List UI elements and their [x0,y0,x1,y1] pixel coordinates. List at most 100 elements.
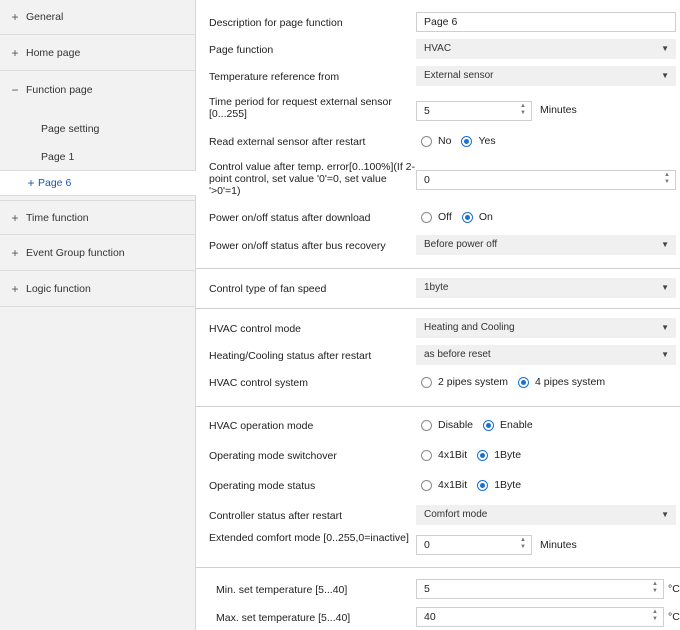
radio-label: Enable [500,419,533,431]
radio-enable[interactable] [483,419,495,431]
read-sensor-label: Read external sensor after restart [209,136,366,148]
sidebar-item-page-6[interactable]: + Page 6 [0,170,196,196]
hvac-op-mode-radio-group: Disable Enable [421,417,543,433]
radio-label: No [438,135,452,147]
extended-comfort-input[interactable]: 0 ▲ ▼ [416,535,532,555]
expand-icon[interactable]: + [4,211,26,225]
radio-label: On [478,211,493,223]
heat-cool-restart-label: Heating/Cooling status after restart [209,350,372,362]
caret-down-icon: ▼ [661,240,669,249]
power-bus-select[interactable]: Before power off ▼ [416,235,676,255]
min-temp-value: 5 [424,583,430,595]
heat-cool-restart-value: as before reset [424,349,491,360]
radio-label: Yes [478,135,496,147]
max-temp-unit: °C [668,611,680,623]
max-temp-label: Max. set temperature [5...40] [216,612,351,624]
sidebar-item-label: Page setting [41,123,100,135]
temp-ref-value: External sensor [424,70,494,81]
hvac-mode-value: Heating and Cooling [424,322,515,333]
spinner-icon[interactable]: ▲ ▼ [651,581,659,595]
sidebar-item-page-1[interactable]: Page 1 [0,143,196,171]
spinner-icon[interactable]: ▲ ▼ [663,172,671,186]
radio-label: 1Byte [494,479,522,491]
radio-1byte[interactable] [477,479,489,491]
sidebar-item-label: Logic function [26,283,91,295]
power-download-label: Power on/off status after download [209,212,371,224]
fan-speed-select[interactable]: 1byte ▼ [416,278,676,298]
sidebar-item-label: Event Group function [26,247,125,259]
hvac-op-mode-label: HVAC operation mode [209,420,314,432]
sidebar: + General + Home page − Function page Pa… [0,0,196,630]
power-bus-label: Power on/off status after bus recovery [209,240,386,252]
sidebar-item-time-function[interactable]: + Time function [0,200,196,235]
radio-4x1bit[interactable] [421,479,432,491]
divider [196,268,680,269]
divider [196,567,680,568]
radio-label: 4 pipes system [535,376,606,388]
description-input[interactable]: Page 6 [416,12,676,32]
control-value-value: 0 [424,174,430,186]
sidebar-item-home-page[interactable]: + Home page [0,36,196,71]
control-value-label: Control value after temp. error[0..100%]… [209,161,416,197]
radio-off[interactable] [421,211,432,223]
extended-comfort-label: Extended comfort mode [0..255,0=inactive… [209,532,409,544]
controller-status-label: Controller status after restart [209,510,343,522]
sidebar-item-page-setting[interactable]: Page setting [0,115,196,143]
parameter-panel: Description for page function Page 6 Pag… [196,0,680,630]
radio-4x1bit[interactable] [421,449,432,461]
sidebar-item-general[interactable]: + General [0,0,196,35]
collapse-icon[interactable]: − [4,83,26,97]
temp-ref-select[interactable]: External sensor ▼ [416,66,676,86]
expand-icon[interactable]: + [4,10,26,24]
expand-icon[interactable]: + [4,246,26,260]
radio-4-pipes[interactable] [518,376,530,388]
hvac-mode-select[interactable]: Heating and Cooling ▼ [416,318,676,338]
control-value-input[interactable]: 0 ▲ ▼ [416,170,676,190]
extended-comfort-unit: Minutes [540,539,577,551]
expand-icon[interactable]: + [4,46,26,60]
radio-disable[interactable] [421,419,432,431]
time-period-value: 5 [424,105,430,117]
radio-2-pipes[interactable] [421,376,432,388]
read-sensor-radio-group: No Yes [421,133,506,149]
heat-cool-restart-select[interactable]: as before reset ▼ [416,345,676,365]
caret-down-icon: ▼ [661,71,669,80]
radio-label: 1Byte [494,449,522,461]
caret-down-icon: ▼ [661,44,669,53]
min-temp-label: Min. set temperature [5...40] [216,584,348,596]
expand-icon[interactable]: + [4,282,26,296]
page-function-label: Page function [209,44,274,56]
divider [196,308,680,309]
hvac-system-radio-group: 2 pipes system 4 pipes system [421,374,615,390]
controller-status-select[interactable]: Comfort mode ▼ [416,505,676,525]
extended-comfort-value: 0 [424,539,430,551]
radio-on[interactable] [461,211,473,223]
sidebar-item-function-page[interactable]: − Function page [0,72,196,107]
page-function-select[interactable]: HVAC ▼ [416,39,676,59]
radio-yes[interactable] [461,135,473,147]
radio-label: 2 pipes system [438,376,509,388]
sidebar-item-event-group-function[interactable]: + Event Group function [0,236,196,271]
min-temp-input[interactable]: 5 ▲ ▼ [416,579,664,599]
op-status-radio-group: 4x1Bit 1Byte [421,477,531,493]
spinner-icon[interactable]: ▲ ▼ [519,537,527,551]
expand-icon[interactable]: + [24,176,38,190]
caret-down-icon: ▼ [661,510,669,519]
radio-no[interactable] [421,135,432,147]
op-status-label: Operating mode status [209,480,316,492]
spinner-icon[interactable]: ▲ ▼ [651,609,659,623]
radio-label: 4x1Bit [438,479,468,491]
caret-down-icon: ▼ [661,350,669,359]
power-bus-value: Before power off [424,239,498,250]
time-period-input[interactable]: 5 ▲ ▼ [416,101,532,121]
sidebar-item-logic-function[interactable]: + Logic function [0,272,196,307]
min-temp-unit: °C [668,583,680,595]
hvac-system-label: HVAC control system [209,377,308,389]
spinner-icon[interactable]: ▲ ▼ [519,103,527,117]
op-switchover-label: Operating mode switchover [209,450,337,462]
power-download-radio-group: Off On [421,209,503,225]
max-temp-input[interactable]: 40 ▲ ▼ [416,607,664,627]
temp-ref-label: Temperature reference from [209,71,340,83]
radio-1byte[interactable] [477,449,489,461]
caret-down-icon: ▼ [661,323,669,332]
